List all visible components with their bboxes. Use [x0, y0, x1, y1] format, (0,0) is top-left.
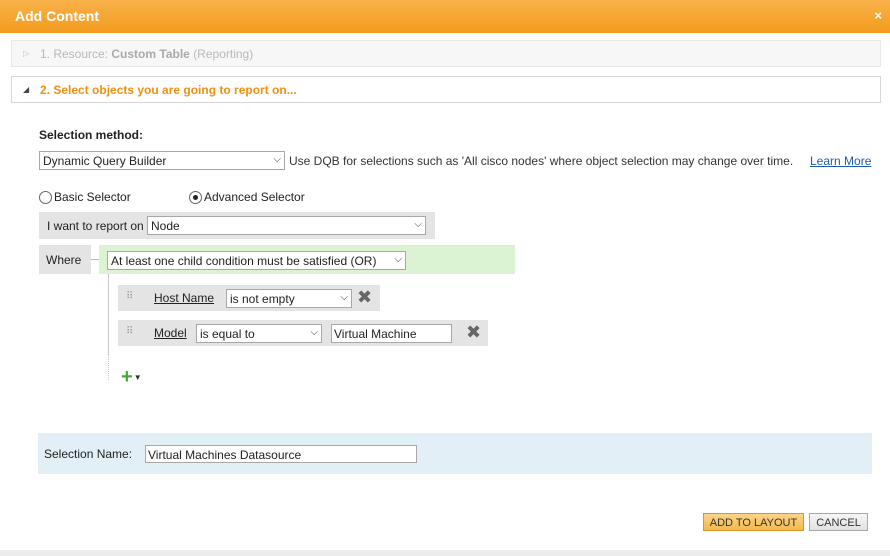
- drag-handle-icon[interactable]: ⠿: [126, 291, 133, 302]
- where-group-bar: At least one child condition must be sat…: [99, 245, 515, 274]
- remove-condition-icon[interactable]: ✖: [357, 288, 372, 306]
- chevron-down-icon: ⌵: [414, 219, 422, 230]
- step-select-objects[interactable]: ◢ 2. Select objects you are going to rep…: [11, 76, 881, 103]
- collapsed-arrow-icon: ▷: [23, 49, 30, 58]
- chevron-down-icon: ⌵: [273, 154, 281, 165]
- condition-row-model: ⠿ Model is equal to ⌵ Virtual Machine ✖: [118, 320, 488, 346]
- tree-line-dotted: [108, 354, 109, 380]
- dialog-bottom-edge: [0, 550, 890, 556]
- remove-condition-icon[interactable]: ✖: [466, 323, 481, 341]
- step-resource-name: Custom Table: [111, 47, 190, 61]
- cancel-button[interactable]: CANCEL: [809, 513, 868, 531]
- caret-down-icon: ▼: [133, 372, 142, 382]
- drag-handle-icon[interactable]: ⠿: [126, 326, 133, 337]
- advanced-selector-radio[interactable]: Advanced Selector: [189, 190, 305, 204]
- chevron-down-icon: ⌵: [340, 292, 348, 303]
- step-resource-label: 1. Resource: Custom Table (Reporting): [40, 47, 253, 61]
- step-resource-suffix: (Reporting): [193, 47, 254, 61]
- condition-operator-value: is not empty: [230, 292, 295, 306]
- step-select-objects-label: 2. Select objects you are going to repor…: [40, 83, 297, 97]
- chevron-down-icon: ⌵: [394, 254, 402, 265]
- learn-more-link[interactable]: Learn More: [810, 154, 871, 168]
- condition-operator-select[interactable]: is not empty ⌵: [226, 289, 352, 308]
- chevron-down-icon: ⌵: [310, 327, 318, 338]
- where-label: Where: [46, 253, 82, 267]
- condition-operator-value: is equal to: [200, 327, 255, 341]
- condition-field-model[interactable]: Model: [154, 326, 187, 340]
- selection-name-label: Selection Name:: [44, 447, 133, 461]
- selection-name-value: Virtual Machines Datasource: [148, 448, 302, 462]
- report-on-select[interactable]: Node ⌵: [147, 216, 426, 235]
- report-on-label: I want to report on: [47, 219, 144, 233]
- report-on-row: I want to report on Node ⌵: [39, 212, 435, 239]
- dialog-title: Add Content: [15, 8, 99, 24]
- condition-value-input[interactable]: Virtual Machine: [331, 324, 452, 343]
- advanced-selector-label: Advanced Selector: [204, 190, 305, 204]
- report-on-value: Node: [151, 219, 180, 233]
- tree-line: [108, 274, 109, 354]
- basic-selector-label: Basic Selector: [54, 190, 131, 204]
- condition-row-host-name: ⠿ Host Name is not empty ⌵ ✖: [118, 285, 380, 311]
- selection-method-select[interactable]: Dynamic Query Builder ⌵: [39, 151, 285, 170]
- close-icon[interactable]: ×: [874, 8, 882, 23]
- add-to-layout-button[interactable]: ADD TO LAYOUT: [703, 513, 804, 531]
- selection-method-value: Dynamic Query Builder: [43, 154, 167, 168]
- selection-name-panel: Selection Name: Virtual Machines Datasou…: [38, 433, 872, 474]
- dqb-hint: Use DQB for selections such as 'All cisc…: [289, 154, 794, 168]
- condition-value-text: Virtual Machine: [334, 327, 417, 341]
- basic-selector-radio[interactable]: Basic Selector: [39, 190, 131, 204]
- radio-checked-icon: [189, 190, 202, 204]
- selection-name-input[interactable]: Virtual Machines Datasource: [145, 445, 417, 463]
- step-resource[interactable]: ▷ 1. Resource: Custom Table (Reporting): [11, 40, 881, 67]
- expanded-arrow-icon: ◢: [23, 85, 30, 94]
- step-resource-number: 1. Resource:: [40, 47, 109, 61]
- add-condition-button[interactable]: + ▼: [121, 366, 142, 388]
- where-group-value: At least one child condition must be sat…: [111, 254, 377, 268]
- where-group-select[interactable]: At least one child condition must be sat…: [107, 251, 406, 270]
- where-connector: [91, 259, 99, 260]
- selection-method-label: Selection method:: [39, 128, 144, 142]
- where-label-box: Where: [39, 245, 91, 274]
- dialog-title-bar: Add Content ×: [0, 0, 890, 33]
- condition-operator-select[interactable]: is equal to ⌵: [196, 324, 322, 343]
- condition-field-host-name[interactable]: Host Name: [154, 291, 214, 305]
- plus-icon: +: [121, 366, 133, 388]
- radio-unchecked-icon: [39, 190, 52, 204]
